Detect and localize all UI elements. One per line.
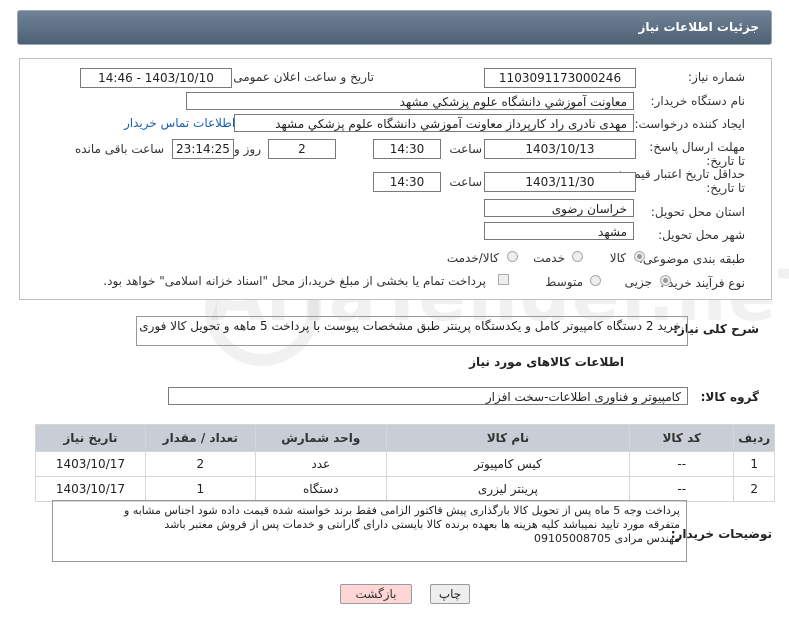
city-label: شهر محل تحویل: (658, 228, 745, 242)
cell-need-date: 1403/10/17 (35, 476, 146, 502)
col-code: کد کالا (628, 424, 735, 452)
announce-label: تاریخ و ساعت اعلان عمومی: (229, 70, 374, 84)
validity-date-field: 1403/11/30 (484, 172, 636, 192)
header-bar: جزئیات اطلاعات نیاز (17, 10, 772, 45)
creator-label: ایجاد کننده درخواست: (634, 117, 745, 131)
cell-unit: عدد (254, 451, 387, 477)
category-both-label: کالا/خدمت (446, 251, 499, 265)
cell-code: -- (628, 476, 735, 502)
process-partial-label: جزیی (624, 275, 652, 289)
buyer-label: نام دستگاه خریدار: (650, 94, 746, 108)
cell-row: 1 (733, 451, 775, 477)
category-both-radio[interactable] (507, 251, 518, 262)
table-row: 2 -- پرینتر لیزری دستگاه 1 1403/10/17 (35, 476, 775, 502)
announce-field: 1403/10/10 - 14:46 (80, 68, 232, 88)
goods-table: ردیف کد کالا نام کالا واحد شمارش تعداد /… (35, 424, 775, 502)
buyer-notes-line-1: پرداخت وجه 5 ماه پس از تحویل کالا بارگذا… (124, 504, 680, 517)
col-need-date: تاریخ نیاز (35, 424, 146, 452)
cell-quantity: 1 (144, 476, 256, 502)
payment-note: پرداخت تمام یا بخشی از مبلغ خرید،از محل … (103, 274, 486, 288)
category-goods-label: کالا (609, 251, 626, 265)
goods-group-label: گروه کالا: (700, 390, 759, 404)
goods-section-title: اطلاعات کالاهای مورد نیاز (469, 355, 624, 369)
col-unit: واحد شمارش (254, 424, 387, 452)
province-field: خراسان رضوی (484, 199, 634, 217)
description-text: خرید 2 دستگاه کامپیوتر کامل و یکدستگاه پ… (139, 319, 681, 333)
city-field: مشهد (484, 222, 634, 240)
description-textarea[interactable]: خرید 2 دستگاه کامپیوتر کامل و یکدستگاه پ… (136, 316, 688, 346)
col-name: نام کالا (385, 424, 630, 452)
need-number-field: 1103091173000246 (484, 68, 636, 88)
cell-name: کیس کامپیوتر (385, 451, 630, 477)
remaining-time-field: 23:14:25 (172, 139, 234, 159)
cell-row: 2 (733, 476, 775, 502)
category-service-label: خدمت (533, 251, 565, 265)
print-button[interactable]: چاپ (430, 584, 470, 604)
cell-unit: دستگاه (254, 476, 387, 502)
process-medium-radio[interactable] (590, 275, 601, 286)
page-title: جزئیات اطلاعات نیاز (638, 20, 759, 34)
category-service-radio[interactable] (572, 251, 583, 262)
goods-table-header-row: ردیف کد کالا نام کالا واحد شمارش تعداد /… (35, 424, 775, 452)
creator-field: مهدی نادری راد كارپرداز معاونت آموزشي دا… (234, 114, 634, 132)
buyer-notes-line-2: متفرقه مورد تایید نمیباشد کلیه هزینه ها … (164, 518, 680, 531)
process-medium-label: متوسط (545, 275, 583, 289)
buyer-notes-line-3: مهندس مرادی 09105008705 (534, 532, 680, 545)
col-row: ردیف (733, 424, 775, 452)
validity-time-label: ساعت (449, 175, 482, 189)
deadline-label: مهلت ارسال پاسخ: تا تاریخ: (649, 140, 745, 168)
remaining-label: ساعت باقی مانده (74, 142, 164, 156)
treasury-payment-checkbox[interactable] (498, 274, 509, 285)
buyer-contact-link[interactable]: اطلاعات تماس خریدار (124, 116, 235, 130)
validity-time-field: 14:30 (373, 172, 441, 192)
cell-quantity: 2 (144, 451, 256, 477)
cell-code: -- (628, 451, 735, 477)
category-label: طبقه بندی موضوعی: (638, 252, 745, 266)
deadline-date-field: 1403/10/13 (484, 139, 636, 159)
deadline-time-label: ساعت (449, 142, 482, 156)
process-partial-radio[interactable] (660, 275, 671, 286)
goods-group-field: کامپیوتر و فناوری اطلاعات-سخت افزار (168, 387, 688, 405)
days-field: 2 (268, 139, 336, 159)
cell-need-date: 1403/10/17 (35, 451, 146, 477)
buyer-field: معاونت آموزشي دانشگاه علوم پزشكي مشهد (186, 92, 634, 110)
back-button[interactable]: بازگشت (340, 584, 412, 604)
need-number-label: شماره نیاز: (688, 70, 745, 84)
category-goods-radio[interactable] (634, 251, 645, 262)
deadline-time-field: 14:30 (373, 139, 441, 159)
cell-name: پرینتر لیزری (385, 476, 630, 502)
table-row: 1 -- کیس کامپیوتر عدد 2 1403/10/17 (35, 451, 775, 477)
process-label: نوع فرآیند خرید : (660, 276, 745, 290)
col-quantity: تعداد / مقدار (144, 424, 256, 452)
province-label: استان محل تحویل: (650, 205, 745, 219)
days-label: روز و (234, 142, 261, 156)
buyer-notes-textarea[interactable]: پرداخت وجه 5 ماه پس از تحویل کالا بارگذا… (52, 500, 687, 562)
